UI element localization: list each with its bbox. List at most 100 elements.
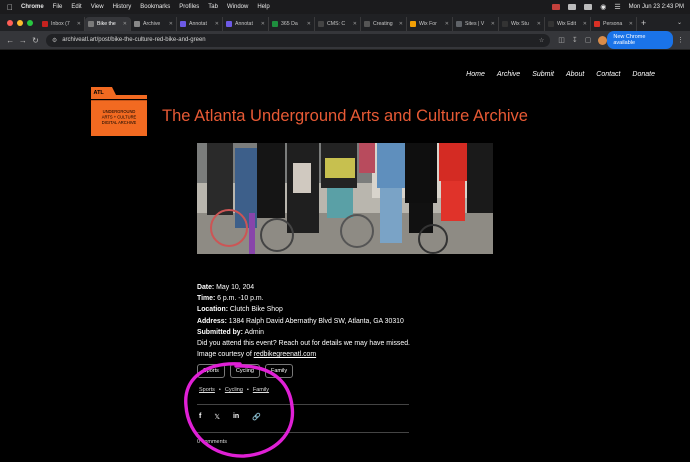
tab-title: Persona [603, 21, 623, 27]
nav-about[interactable]: About [566, 71, 584, 78]
menu-file[interactable]: File [53, 4, 63, 10]
browser-tab[interactable]: Wix Edit ✕ [545, 17, 591, 31]
record-icon[interactable] [552, 4, 561, 10]
nav-donate[interactable]: Donate [632, 71, 655, 78]
reload-icon[interactable]: ↻ [29, 36, 42, 45]
location-label: Location: [197, 306, 229, 314]
web-page: Home Archive Submit About Contact Donate… [0, 50, 690, 458]
new-chrome-available-button[interactable]: New Chrome available [607, 31, 673, 49]
tab-close-icon[interactable]: ✕ [399, 21, 403, 27]
nav-archive[interactable]: Archive [497, 71, 520, 78]
tab-close-icon[interactable]: ✕ [491, 21, 495, 27]
tab-close-icon[interactable]: ✕ [629, 21, 633, 27]
tab-close-icon[interactable]: ✕ [353, 21, 357, 27]
tab-title: Annotat [235, 21, 253, 27]
event-details: Date: May 10, 204 Time: 6 p.m. -10 p.m. … [197, 282, 410, 360]
tab-title: 365 Da [281, 21, 298, 27]
wifi-icon[interactable]: ◉ [600, 3, 606, 11]
browser-tab[interactable]: Annotat ✕ [177, 17, 223, 31]
tab-close-icon[interactable]: ✕ [445, 21, 449, 27]
time-label: Time: [197, 295, 216, 303]
extensions-icon[interactable]: ◫ [558, 36, 565, 44]
forward-arrow-icon[interactable]: → [17, 36, 30, 45]
split-view-icon[interactable]: ▢ [585, 36, 592, 44]
bookmark-star-icon[interactable]: ☆ [539, 37, 544, 44]
tab-close-icon[interactable]: ✕ [169, 21, 173, 27]
menu-window[interactable]: Window [227, 4, 248, 10]
browser-tab[interactable]: Wix For ✕ [407, 17, 453, 31]
tab-close-icon[interactable]: ✕ [261, 21, 265, 27]
menu-profiles[interactable]: Profiles [179, 4, 199, 10]
nav-submit[interactable]: Submit [532, 71, 554, 78]
control-center-icon[interactable]: ☰ [614, 3, 620, 11]
browser-tab[interactable]: Wix Stu ✕ [499, 17, 545, 31]
tab-title: Archive [143, 21, 161, 27]
tab-favicon-icon [272, 21, 278, 27]
tab-search-icon[interactable]: ⌄ [677, 19, 682, 26]
tab-favicon-icon [318, 21, 324, 27]
tab-list: Inbox (7 ✕ Bike the ✕ Archive ✕ Annotat ✕ Annota… [39, 14, 637, 31]
datetime[interactable]: Mon Jun 23 2:43 PM [629, 4, 684, 10]
browser-tab[interactable]: 365 Da ✕ [269, 17, 315, 31]
tab-close-icon[interactable]: ✕ [537, 21, 541, 27]
site-info-icon[interactable]: ⚙ [52, 37, 57, 44]
address-label: Address: [197, 317, 227, 325]
tab-close-icon[interactable]: ✕ [123, 21, 127, 27]
tab-title: Sites | V [465, 21, 485, 27]
tab-title: Wix For [419, 21, 437, 27]
menu-tab[interactable]: Tab [208, 4, 218, 10]
location-value: Clutch Bike Shop [228, 306, 283, 314]
time-row: Time: 6 p.m. -10 p.m. [197, 293, 410, 304]
browser-tab[interactable]: Sites | V ✕ [453, 17, 499, 31]
browser-tab[interactable]: Inbox (7 ✕ [39, 17, 85, 31]
apple-icon[interactable]:  [7, 3, 13, 12]
menu-bookmarks[interactable]: Bookmarks [140, 4, 170, 10]
tab-favicon-icon [364, 21, 370, 27]
time-value: 6 p.m. -10 p.m. [215, 295, 264, 303]
menu-history[interactable]: History [113, 4, 132, 10]
menu-app-name[interactable]: Chrome [21, 4, 44, 10]
battery-icon[interactable] [584, 4, 593, 10]
macos-menu-bar:  Chrome File Edit View History Bookmark… [0, 0, 690, 14]
browser-tab[interactable]: Bike the ✕ [85, 17, 131, 31]
browser-tab[interactable]: Annotat ✕ [223, 17, 269, 31]
menu-edit[interactable]: Edit [71, 4, 81, 10]
tab-favicon-icon [502, 21, 508, 27]
menu-help[interactable]: Help [257, 4, 269, 10]
browser-tab[interactable]: CMS: C ✕ [315, 17, 361, 31]
tab-close-icon[interactable]: ✕ [307, 21, 311, 27]
site-title[interactable]: The Atlanta Underground Arts and Culture… [162, 107, 528, 126]
minimize-window-button[interactable] [17, 19, 23, 26]
downloads-icon[interactable]: ↧ [572, 36, 578, 44]
browser-tab[interactable]: Archive ✕ [131, 17, 177, 31]
menu-view[interactable]: View [91, 4, 104, 10]
toolbar-icons: ◫ ↧ ▢ [558, 35, 608, 45]
archive-logo[interactable]: ATL UNDERGROUND ARTS + CULTURE DIGITAL A… [90, 83, 148, 137]
new-tab-button[interactable]: + [641, 18, 646, 28]
url-text[interactable]: archiveatl.art/post/bike-the-culture-red… [62, 37, 205, 43]
extension-status-icon[interactable] [568, 4, 577, 10]
tab-close-icon[interactable]: ✕ [215, 21, 219, 27]
address-bar[interactable]: ⚙ archiveatl.art/post/bike-the-culture-r… [45, 33, 551, 47]
annotation-circle [184, 362, 295, 458]
nav-home[interactable]: Home [466, 71, 485, 78]
zoom-window-button[interactable] [27, 19, 33, 26]
logo-line-2: ARTS + CULTURE [102, 115, 137, 120]
browser-tab[interactable]: Persona ✕ [591, 17, 637, 31]
chrome-menu-icon[interactable]: ⋮ [677, 36, 684, 44]
logo-atl: ATL [94, 90, 105, 96]
close-window-button[interactable] [7, 19, 13, 26]
date-value: May 10, 204 [214, 284, 255, 291]
tab-close-icon[interactable]: ✕ [583, 21, 587, 27]
address-row: Address: 1384 Ralph David Abernathy Blvd… [197, 316, 410, 327]
browser-tab[interactable]: Creating ✕ [361, 17, 407, 31]
tab-title: Inbox (7 [51, 21, 70, 27]
nav-contact[interactable]: Contact [596, 71, 620, 78]
tab-favicon-icon [134, 21, 140, 27]
tab-close-icon[interactable]: ✕ [77, 21, 81, 27]
back-arrow-icon[interactable]: ← [4, 36, 17, 45]
submitted-value: Admin [242, 328, 265, 336]
tab-title: Wix Edit [557, 21, 577, 27]
profile-avatar[interactable] [598, 35, 608, 45]
location-row: Location: Clutch Bike Shop [197, 304, 410, 315]
